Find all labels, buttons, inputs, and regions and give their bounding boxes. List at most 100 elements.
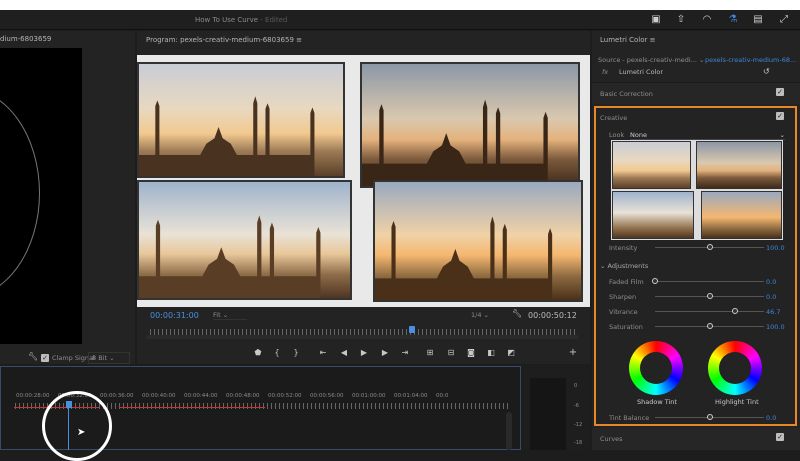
- look-thumb[interactable]: [696, 141, 782, 189]
- proxy-toggle-button[interactable]: ◩: [505, 348, 517, 357]
- slider-label: Tint Balance: [609, 414, 650, 422]
- preview-image: [137, 62, 345, 178]
- slider-label: Saturation: [609, 323, 643, 331]
- slider-label: Vibrance: [609, 308, 638, 316]
- source-clip-select[interactable]: Source - pexels-creativ-medi... ⌄: [598, 56, 704, 64]
- effect-select[interactable]: Lumetri Color: [619, 68, 759, 76]
- slider-value[interactable]: 0.0: [766, 414, 776, 422]
- reset-icon[interactable]: ↺: [763, 67, 770, 76]
- look-thumb[interactable]: [612, 191, 694, 239]
- slider-knob[interactable]: [706, 414, 713, 420]
- render-bar: [119, 407, 265, 408]
- look-label: Look: [609, 131, 625, 139]
- preview-image: [137, 180, 352, 300]
- timeline-tick-label: 00:00:28:00: [16, 393, 50, 399]
- mark-in-button[interactable]: {: [271, 348, 283, 357]
- look-select[interactable]: None ⌄: [630, 131, 785, 140]
- top-strip: [0, 0, 800, 10]
- meter-level: -6: [574, 403, 579, 409]
- quick-export-icon[interactable]: ▣: [650, 14, 662, 26]
- slider-track[interactable]: [655, 281, 764, 282]
- play-button[interactable]: ▶: [358, 348, 370, 357]
- step-forward-button[interactable]: ▶: [379, 348, 391, 357]
- program-playhead[interactable]: [409, 326, 415, 333]
- slider-value[interactable]: 0.0: [766, 293, 776, 301]
- slider-knob[interactable]: [706, 244, 713, 250]
- curves-section[interactable]: [592, 428, 800, 450]
- mark-out-button[interactable]: }: [290, 348, 302, 357]
- timeline-scrollbar[interactable]: [506, 412, 512, 450]
- preview-image: [373, 180, 583, 302]
- basic-correction-checkbox[interactable]: ✓: [776, 88, 784, 96]
- timeline-tick-label: 00:00:36:00: [100, 393, 134, 399]
- window-title: How To Use Curve - Edited: [195, 16, 288, 24]
- feedback-icon[interactable]: ▤: [752, 14, 764, 26]
- creative-checkbox[interactable]: ✓: [776, 112, 784, 120]
- creative-label: Creative: [600, 114, 628, 122]
- program-viewer[interactable]: [137, 55, 590, 307]
- slider-value[interactable]: 0.0: [766, 278, 776, 286]
- comparison-view-button[interactable]: ◧: [485, 348, 497, 357]
- go-to-out-button[interactable]: ⇥: [399, 348, 411, 357]
- current-timecode[interactable]: 00:00:31:00: [150, 311, 199, 320]
- curves-label: Curves: [600, 435, 623, 443]
- look-thumb[interactable]: [701, 191, 782, 239]
- timeline-tick-label: 00:00:40:00: [142, 393, 176, 399]
- audio-meter: 0 -6 -12 -18: [524, 366, 590, 450]
- beta-flask-icon[interactable]: ⚗: [727, 14, 739, 26]
- resolution-select[interactable]: 1/4 ⌄: [471, 311, 501, 319]
- mouse-cursor-icon: ➤: [77, 427, 86, 438]
- slider-label: Intensity: [609, 244, 638, 252]
- timeline-tick-label: 00:00:48:00: [226, 393, 260, 399]
- slider-knob[interactable]: [652, 278, 658, 284]
- meter-level: 0: [574, 383, 578, 389]
- slider-label: Faded Film: [609, 278, 644, 286]
- share-icon[interactable]: ⇧: [675, 14, 687, 26]
- step-back-button[interactable]: ◀: [338, 348, 350, 357]
- bit-depth-select[interactable]: 8 Bit ⌄: [88, 352, 130, 364]
- look-preview[interactable]: [611, 140, 783, 240]
- zoom-scrollbar[interactable]: [146, 335, 578, 339]
- lumetri-title: Lumetri Color ≡: [600, 36, 656, 44]
- settings-wrench-icon[interactable]: 🔧︎: [512, 309, 522, 318]
- sequence-clip-link[interactable]: pexels-creativ-medium-68...: [705, 56, 796, 64]
- lift-button[interactable]: ⊞: [424, 348, 436, 357]
- adjustments-toggle[interactable]: ⌄ Adjustments: [600, 262, 648, 270]
- meter-level: -12: [574, 422, 583, 428]
- highlight-tint-label: Highlight Tint: [715, 398, 759, 406]
- basic-correction-label: Basic Correction: [600, 90, 653, 98]
- highlight-circle: [42, 391, 112, 461]
- look-thumb[interactable]: [612, 141, 691, 189]
- timeline-tick-label: 00:00:56:00: [310, 393, 344, 399]
- go-to-in-button[interactable]: ⇤: [317, 348, 329, 357]
- button-editor-plus-icon[interactable]: +: [567, 347, 579, 358]
- zoom-select[interactable]: Fit ⌄: [213, 311, 247, 320]
- timeline-tick-label: 00:00:52:00: [268, 393, 302, 399]
- shadow-tint-wheel[interactable]: [629, 341, 683, 395]
- shadow-tint-label: Shadow Tint: [637, 398, 677, 406]
- curves-checkbox[interactable]: ✓: [776, 433, 784, 441]
- duration-timecode: 00:00:50:12: [528, 311, 577, 320]
- extract-button[interactable]: ⊟: [445, 348, 457, 357]
- timeline-tick-label: 00:01:04:00: [394, 393, 428, 399]
- slider-knob[interactable]: [706, 323, 713, 329]
- slider-value[interactable]: 100.0: [766, 244, 785, 252]
- slider-knob[interactable]: [706, 293, 713, 299]
- slider-label: Sharpen: [609, 293, 637, 301]
- highlight-tint-wheel[interactable]: [708, 341, 762, 395]
- slider-track[interactable]: [655, 311, 764, 312]
- add-marker-button[interactable]: ⬟: [252, 348, 264, 357]
- clamp-signal-checkbox[interactable]: ✓: [41, 354, 49, 362]
- slider-value[interactable]: 46.7: [766, 308, 780, 316]
- timeline-tick-label: 00:01:00:00: [352, 393, 386, 399]
- slider-value[interactable]: 100.0: [766, 323, 785, 331]
- scope-view: [0, 48, 82, 344]
- slider-knob[interactable]: [731, 308, 738, 314]
- fullscreen-icon[interactable]: ⤢: [778, 14, 790, 26]
- meter-level: -18: [574, 440, 583, 446]
- progress-icon[interactable]: ◠: [701, 14, 713, 26]
- timeline-tick-label: 00:00:44:00: [184, 393, 218, 399]
- export-frame-camera-icon[interactable]: ◙: [465, 348, 477, 357]
- source-panel-header: dium-6803659: [0, 35, 52, 43]
- wrench-icon[interactable]: 🔧︎: [28, 352, 38, 361]
